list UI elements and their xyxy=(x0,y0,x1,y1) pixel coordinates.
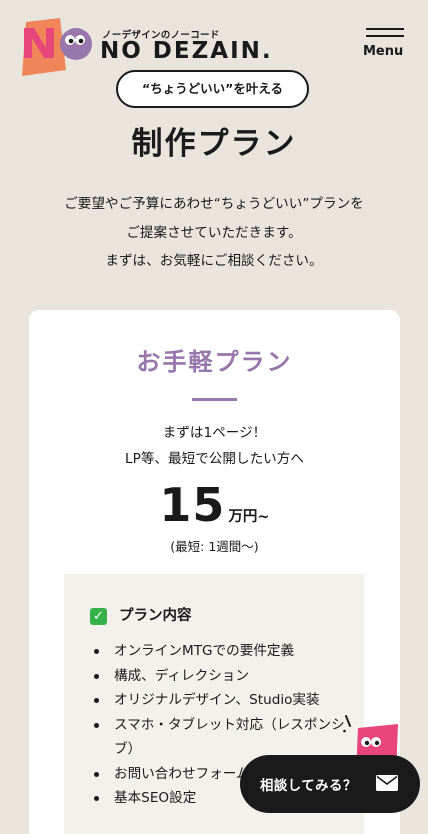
hamburger-icon-line xyxy=(366,35,404,37)
brand-name[interactable]: NO DEZAIN. xyxy=(100,38,273,64)
page-title: 制作プラン xyxy=(131,126,297,162)
plan-description: まずは1ページ！ LP等、最短で公開したい方へ xyxy=(29,420,400,472)
mail-icon xyxy=(376,775,398,791)
lead-line: まずは、お気軽にご相談ください。 xyxy=(105,253,323,269)
feature-item: 構成、ディレクション xyxy=(94,664,354,689)
plan-desc-line: まずは1ページ！ xyxy=(162,425,267,441)
plan-desc-line: LP等、最短で公開したい方へ xyxy=(125,451,304,467)
check-mark-icon: ✓ xyxy=(90,607,107,625)
consult-button[interactable]: 相談してみる？ xyxy=(240,755,420,813)
plan-divider xyxy=(192,398,237,401)
site-header: ノーデザインのノーコード NO DEZAIN. Menu xyxy=(0,0,428,80)
menu-label: Menu xyxy=(363,44,404,59)
lead-line: ご要望やご予算にあわせ“ちょうどいい”プランを xyxy=(64,196,364,212)
price-unit: 万円~ xyxy=(228,509,270,525)
hamburger-icon xyxy=(366,28,404,30)
feature-item: オンラインMTGでの要件定義 xyxy=(94,639,354,664)
plan-price: 15 万円~ xyxy=(29,478,400,532)
lead-line: ご提案させていただきます。 xyxy=(126,224,302,241)
plan-contents-title: ✓ プラン内容 xyxy=(90,604,192,625)
price-value: 15 xyxy=(159,478,226,532)
consult-label: 相談してみる？ xyxy=(260,779,357,794)
plan-duration: (最短: 1週間〜) xyxy=(170,539,259,554)
plan-contents-label: プラン内容 xyxy=(119,608,192,624)
no-dezain-logo-icon[interactable] xyxy=(16,14,94,80)
plan-name: お手軽プラン xyxy=(136,348,293,376)
lead-text: ご要望やご予算にあわせ“ちょうどいい”プランを ご提案させていただきます。 まず… xyxy=(0,190,428,276)
feature-item: オリジナルデザイン、Studio実装 xyxy=(94,688,354,713)
tagline-badge: “ちょうどいい”を叶える xyxy=(116,70,309,108)
menu-button[interactable]: Menu xyxy=(360,24,410,64)
